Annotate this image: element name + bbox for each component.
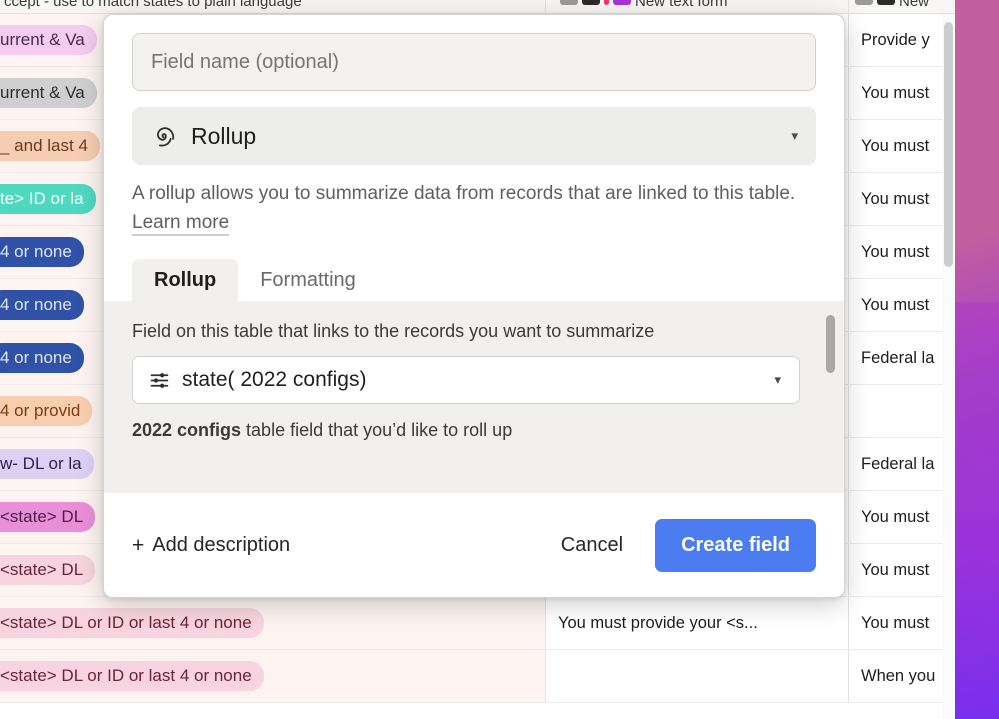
cell-new[interactable]: You must xyxy=(848,491,955,543)
add-description-button[interactable]: + Add description xyxy=(132,534,290,558)
table-row[interactable]: <state> DL or ID or last 4 or none You mu… xyxy=(0,597,955,650)
cell-text: You must xyxy=(861,507,930,526)
page-vertical-scrollbar[interactable] xyxy=(942,14,955,719)
learn-more-link[interactable]: Learn more xyxy=(132,212,230,236)
tab-formatting-label: Formatting xyxy=(260,269,356,291)
placeholder-chip-icon xyxy=(582,0,600,5)
column-divider xyxy=(848,0,849,13)
link-field-select[interactable]: state( 2022 configs) ▾ xyxy=(132,356,800,404)
cell-new-text-form[interactable] xyxy=(545,650,848,702)
field-type-description: A rollup allows you to summarize data fr… xyxy=(132,179,816,237)
column-divider xyxy=(545,0,546,13)
tab-rollup-label: Rollup xyxy=(154,269,217,291)
target-field-table-name: 2022 configs xyxy=(132,420,242,440)
cell-new[interactable]: You must xyxy=(848,544,955,596)
cell-new[interactable]: You must xyxy=(848,597,955,649)
link-field-label: Field on this table that links to the re… xyxy=(132,321,655,341)
cell-tag-pill: 4 or none xyxy=(0,237,84,267)
cell-new[interactable]: You must xyxy=(848,67,955,119)
cell-tag-pill: <state> DL xyxy=(0,555,96,585)
chevron-down-icon: ▾ xyxy=(791,128,798,143)
grid-column-header-row: ccept - use to match states to plain lan… xyxy=(0,0,955,14)
table-row[interactable]: <state> DL or ID or last 4 or none When y… xyxy=(0,650,955,703)
dialog-header: Rollup ▾ A rollup allows you to summariz… xyxy=(104,15,844,237)
cell-tag-pill: <state> DL or ID or last 4 or none xyxy=(0,608,264,638)
target-field-label: 2022 configs table field that you’d like… xyxy=(132,420,816,441)
field-type-description-text: A rollup allows you to summarize data fr… xyxy=(132,183,796,204)
cell-text: You must provide your <s... xyxy=(558,613,758,632)
panel-vertical-scrollbar[interactable] xyxy=(826,315,836,465)
link-field-value: state( 2022 configs) xyxy=(182,368,367,391)
rollup-settings-panel: Field on this table that links to the re… xyxy=(104,301,844,493)
column-header-new-text-form-label: New text form xyxy=(635,0,728,10)
tab-formatting[interactable]: Formatting xyxy=(238,259,378,301)
dialog-footer: + Add description Cancel Create field xyxy=(104,493,844,597)
tab-rollup[interactable]: Rollup xyxy=(132,259,239,301)
placeholder-chip-icon xyxy=(613,0,631,5)
page-scrollbar-thumb[interactable] xyxy=(944,22,953,267)
cell-accept[interactable]: <state> DL or ID or last 4 or none xyxy=(0,650,545,702)
cell-tag-pill: te> ID or la xyxy=(0,184,96,214)
target-field-label-rest: table field that you’d like to roll up xyxy=(241,420,513,440)
cell-new[interactable]: You must xyxy=(848,173,955,225)
cell-tag-pill: _ and last 4 xyxy=(0,131,100,161)
cell-new[interactable] xyxy=(848,385,955,437)
placeholder-chip-icon xyxy=(560,0,578,5)
cell-new[interactable]: You must xyxy=(848,279,955,331)
dialog-tabs: Rollup Formatting xyxy=(104,259,844,301)
cell-tag-pill: <state> DL or ID or last 4 or none xyxy=(0,661,264,691)
field-type-select[interactable]: Rollup ▾ xyxy=(132,107,816,165)
cell-text: You must xyxy=(861,136,930,155)
cancel-button[interactable]: Cancel xyxy=(543,524,641,567)
cell-text: You must xyxy=(861,189,930,208)
cell-text: You must xyxy=(861,83,930,102)
placeholder-chip-icon xyxy=(877,0,895,5)
cell-tag-pill: <state> DL xyxy=(0,502,96,532)
screen-root: ccept - use to match states to plain lan… xyxy=(0,0,999,719)
cell-text: You must xyxy=(861,613,930,632)
placeholder-chip-icon xyxy=(604,0,609,5)
cell-text: Federal la xyxy=(861,348,935,367)
field-type-label: Rollup xyxy=(191,122,257,149)
cell-text: You must xyxy=(861,242,930,261)
cell-tag-pill: urrent & Va xyxy=(0,78,97,108)
cell-tag-pill: 4 or provid xyxy=(0,396,93,426)
column-header-new[interactable]: New xyxy=(855,0,929,10)
cell-accept[interactable]: <state> DL or ID or last 4 or none xyxy=(0,597,545,649)
cell-new[interactable]: Federal la xyxy=(848,332,955,384)
chevron-down-icon: ▾ xyxy=(774,372,781,387)
placeholder-chip-icon xyxy=(855,0,873,5)
cell-tag-pill: w- DL or la xyxy=(0,449,94,479)
cell-new[interactable]: Federal la xyxy=(848,438,955,490)
create-field-button[interactable]: Create field xyxy=(655,519,816,572)
column-header-accept[interactable]: ccept - use to match states to plain lan… xyxy=(4,0,302,10)
cell-tag-pill: 4 or none xyxy=(0,343,84,373)
panel-scrollbar-thumb[interactable] xyxy=(826,315,835,373)
column-header-accept-label: ccept - use to match states to plain lan… xyxy=(4,0,302,10)
cell-new-text-form[interactable]: You must provide your <s... xyxy=(545,597,848,649)
add-description-label: Add description xyxy=(152,534,291,556)
cell-text: You must xyxy=(861,560,930,579)
linked-record-icon xyxy=(149,370,170,391)
cell-new[interactable]: Provide y xyxy=(848,14,955,66)
column-header-new-label: New xyxy=(899,0,930,10)
desktop-wallpaper xyxy=(955,0,999,719)
field-name-input[interactable] xyxy=(132,33,816,91)
create-field-dialog: Rollup ▾ A rollup allows you to summariz… xyxy=(103,14,845,598)
cell-text: When you xyxy=(861,666,936,685)
column-header-new-text-form[interactable]: New text form xyxy=(560,0,728,10)
cell-new[interactable]: When you xyxy=(848,650,955,702)
spiral-rollup-icon xyxy=(150,123,177,150)
plus-icon: + xyxy=(132,533,145,557)
cell-text: Provide y xyxy=(861,30,930,49)
cell-tag-pill: 4 or none xyxy=(0,290,84,320)
cell-text: Federal la xyxy=(861,454,935,473)
cell-tag-pill: urrent & Va xyxy=(0,25,97,55)
cell-new[interactable]: You must xyxy=(848,120,955,172)
cell-text: You must xyxy=(861,295,930,314)
cell-new[interactable]: You must xyxy=(848,226,955,278)
